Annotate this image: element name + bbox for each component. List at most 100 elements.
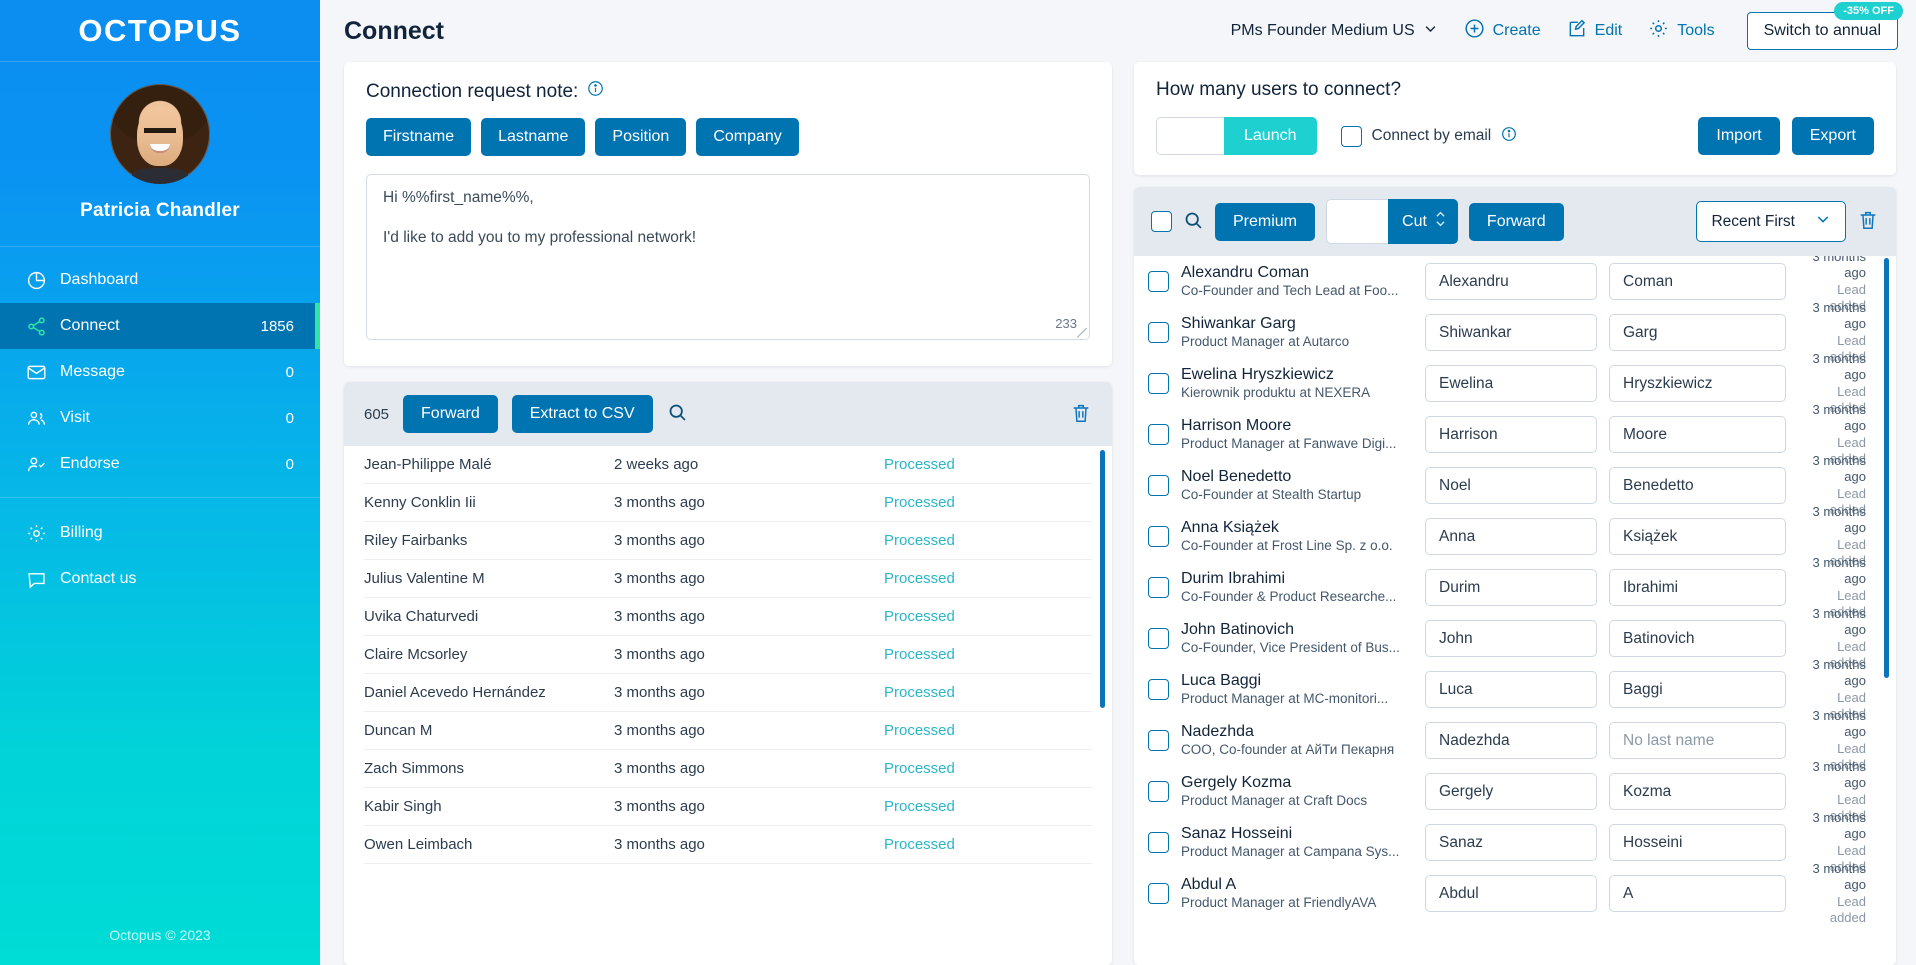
lead-row[interactable]: Harrison Moore Product Manager at Fanwave… — [1134, 402, 1896, 466]
lead-firstname-input[interactable] — [1425, 569, 1597, 606]
lead-firstname-input[interactable] — [1425, 365, 1597, 402]
lead-row-checkbox[interactable] — [1148, 730, 1169, 751]
lead-firstname-input[interactable] — [1425, 773, 1597, 810]
leads-forward-button[interactable]: Forward — [1468, 202, 1564, 241]
sidebar-item-connect[interactable]: Connect 1856 — [0, 303, 320, 349]
lead-firstname-input[interactable] — [1425, 620, 1597, 657]
lead-lastname-input[interactable] — [1609, 671, 1786, 708]
lead-row[interactable]: Gergely Kozma Product Manager at Craft Do… — [1134, 759, 1896, 823]
avatar[interactable] — [110, 84, 210, 184]
lead-firstname-input[interactable] — [1425, 671, 1597, 708]
history-forward-button[interactable]: Forward — [403, 395, 498, 433]
history-row[interactable]: Zach Simmons 3 months ago Processed — [364, 750, 1092, 788]
lead-lastname-input[interactable] — [1609, 365, 1786, 402]
info-icon[interactable] — [587, 80, 604, 103]
sidebar-item-billing[interactable]: Billing — [0, 510, 320, 556]
select-all-checkbox[interactable] — [1151, 211, 1172, 232]
lead-row[interactable]: Sanaz Hosseini Product Manager at Campana… — [1134, 810, 1896, 874]
lead-lastname-input[interactable] — [1609, 569, 1786, 606]
insert-position-button[interactable]: Position — [595, 118, 687, 156]
lead-row[interactable]: Luca Baggi Product Manager at MC-monitori… — [1134, 657, 1896, 721]
lead-firstname-input[interactable] — [1425, 416, 1597, 453]
lead-row-checkbox[interactable] — [1148, 679, 1169, 700]
create-button[interactable]: Create — [1464, 18, 1541, 44]
export-button[interactable]: Export — [1791, 117, 1874, 155]
history-row[interactable]: Owen Leimbach 3 months ago Processed — [364, 826, 1092, 864]
lead-row-checkbox[interactable] — [1148, 322, 1169, 343]
history-scrollbar[interactable] — [1098, 446, 1106, 965]
lead-lastname-input[interactable] — [1609, 467, 1786, 504]
lead-lastname-input[interactable] — [1609, 620, 1786, 657]
lead-row[interactable]: John Batinovich Co-Founder, Vice Presiden… — [1134, 606, 1896, 670]
history-row[interactable]: Riley Fairbanks 3 months ago Processed — [364, 522, 1092, 560]
history-delete-button[interactable] — [1070, 402, 1092, 427]
history-row[interactable]: Julius Valentine M 3 months ago Processed — [364, 560, 1092, 598]
history-search-button[interactable] — [667, 402, 688, 426]
connection-note-textarea[interactable]: Hi %%first_name%%, I'd like to add you t… — [366, 174, 1090, 340]
lead-row-checkbox[interactable] — [1148, 577, 1169, 598]
lead-firstname-input[interactable] — [1425, 824, 1597, 861]
lead-lastname-input[interactable] — [1609, 314, 1786, 351]
leads-scroll-area[interactable]: Alexandru Coman Co-Founder and Tech Lead … — [1134, 256, 1896, 965]
history-row[interactable]: Daniel Acevedo Hernández 3 months ago Proc… — [364, 674, 1092, 712]
lead-row-checkbox[interactable] — [1148, 832, 1169, 853]
extract-to-csv-button[interactable]: Extract to CSV — [511, 395, 653, 433]
sidebar-item-visit[interactable]: Visit 0 — [0, 395, 320, 441]
sidebar-item-contact-us[interactable]: Contact us — [0, 556, 320, 602]
history-row[interactable]: Kenny Conklin Iii 3 months ago Processed — [364, 484, 1092, 522]
lead-row[interactable]: Alexandru Coman Co-Founder and Tech Lead … — [1134, 256, 1896, 313]
history-row[interactable]: Claire Mcsorley 3 months ago Processed — [364, 636, 1092, 674]
cut-button[interactable]: Cut — [1388, 199, 1458, 244]
import-button[interactable]: Import — [1698, 117, 1780, 155]
insert-firstname-button[interactable]: Firstname — [366, 118, 472, 156]
insert-company-button[interactable]: Company — [696, 118, 799, 156]
connect-by-email-checkbox[interactable] — [1340, 125, 1362, 147]
history-row[interactable]: Jean-Philippe Malé 2 weeks ago Processed — [364, 446, 1092, 484]
lead-row-checkbox[interactable] — [1148, 424, 1169, 445]
sidebar-item-endorse[interactable]: Endorse 0 — [0, 441, 320, 487]
lead-lastname-input[interactable] — [1609, 518, 1786, 555]
cut-amount-input[interactable] — [1326, 199, 1389, 244]
lead-firstname-input[interactable] — [1425, 263, 1597, 300]
history-row[interactable]: Kabir Singh 3 months ago Processed — [364, 788, 1092, 826]
lead-row-checkbox[interactable] — [1148, 883, 1169, 904]
sort-order-dropdown[interactable]: Recent First — [1696, 201, 1846, 242]
lead-row[interactable]: Durim Ibrahimi Co-Founder & Product Resea… — [1134, 555, 1896, 619]
info-icon[interactable] — [1501, 126, 1517, 147]
lead-row[interactable]: Ewelina Hryszkiewicz Kierownik produktu a… — [1134, 351, 1896, 415]
sidebar-item-message[interactable]: Message 0 — [0, 349, 320, 395]
sidebar-item-dashboard[interactable]: Dashboard — [0, 257, 320, 303]
logo[interactable]: OCTOPUS — [0, 0, 320, 62]
lead-firstname-input[interactable] — [1425, 722, 1597, 759]
lead-lastname-input[interactable] — [1609, 263, 1786, 300]
lead-row[interactable]: Noel Benedetto Co-Founder at Stealth Star… — [1134, 453, 1896, 517]
lead-row[interactable]: Shiwankar Garg Product Manager at Autarco… — [1134, 300, 1896, 364]
leads-search-button[interactable] — [1183, 210, 1204, 234]
users-amount-input[interactable] — [1156, 117, 1224, 155]
insert-lastname-button[interactable]: Lastname — [481, 118, 586, 156]
lead-lastname-input[interactable] — [1609, 416, 1786, 453]
history-scroll-area[interactable]: Jean-Philippe Malé 2 weeks ago Processed Ke… — [344, 446, 1112, 965]
leads-scrollbar-thumb[interactable] — [1884, 258, 1889, 678]
lead-firstname-input[interactable] — [1425, 518, 1597, 555]
leads-delete-button[interactable] — [1857, 209, 1879, 234]
lead-firstname-input[interactable] — [1425, 467, 1597, 504]
history-scrollbar-thumb[interactable] — [1100, 450, 1105, 708]
lead-lastname-input[interactable] — [1609, 824, 1786, 861]
launch-button[interactable]: Launch — [1224, 117, 1317, 155]
lead-lastname-input[interactable] — [1609, 875, 1786, 912]
lead-row[interactable]: NadezhdaCOO, Co-founder at АйТи Пекарня 3… — [1134, 708, 1896, 772]
lead-row-checkbox[interactable] — [1148, 781, 1169, 802]
lead-lastname-input[interactable] — [1609, 722, 1786, 759]
lead-row-checkbox[interactable] — [1148, 628, 1169, 649]
history-row[interactable]: Duncan M 3 months ago Processed — [364, 712, 1092, 750]
lead-firstname-input[interactable] — [1425, 314, 1597, 351]
history-row[interactable]: Uvika Chaturvedi 3 months ago Processed — [364, 598, 1092, 636]
switch-to-annual-button[interactable]: -35% OFF Switch to annual — [1746, 2, 1903, 50]
edit-button[interactable]: Edit — [1567, 19, 1622, 44]
leads-scrollbar[interactable] — [1882, 256, 1890, 965]
lead-lastname-input[interactable] — [1609, 773, 1786, 810]
lead-row-checkbox[interactable] — [1148, 373, 1169, 394]
premium-button[interactable]: Premium — [1215, 202, 1316, 241]
tools-button[interactable]: Tools — [1648, 18, 1715, 44]
